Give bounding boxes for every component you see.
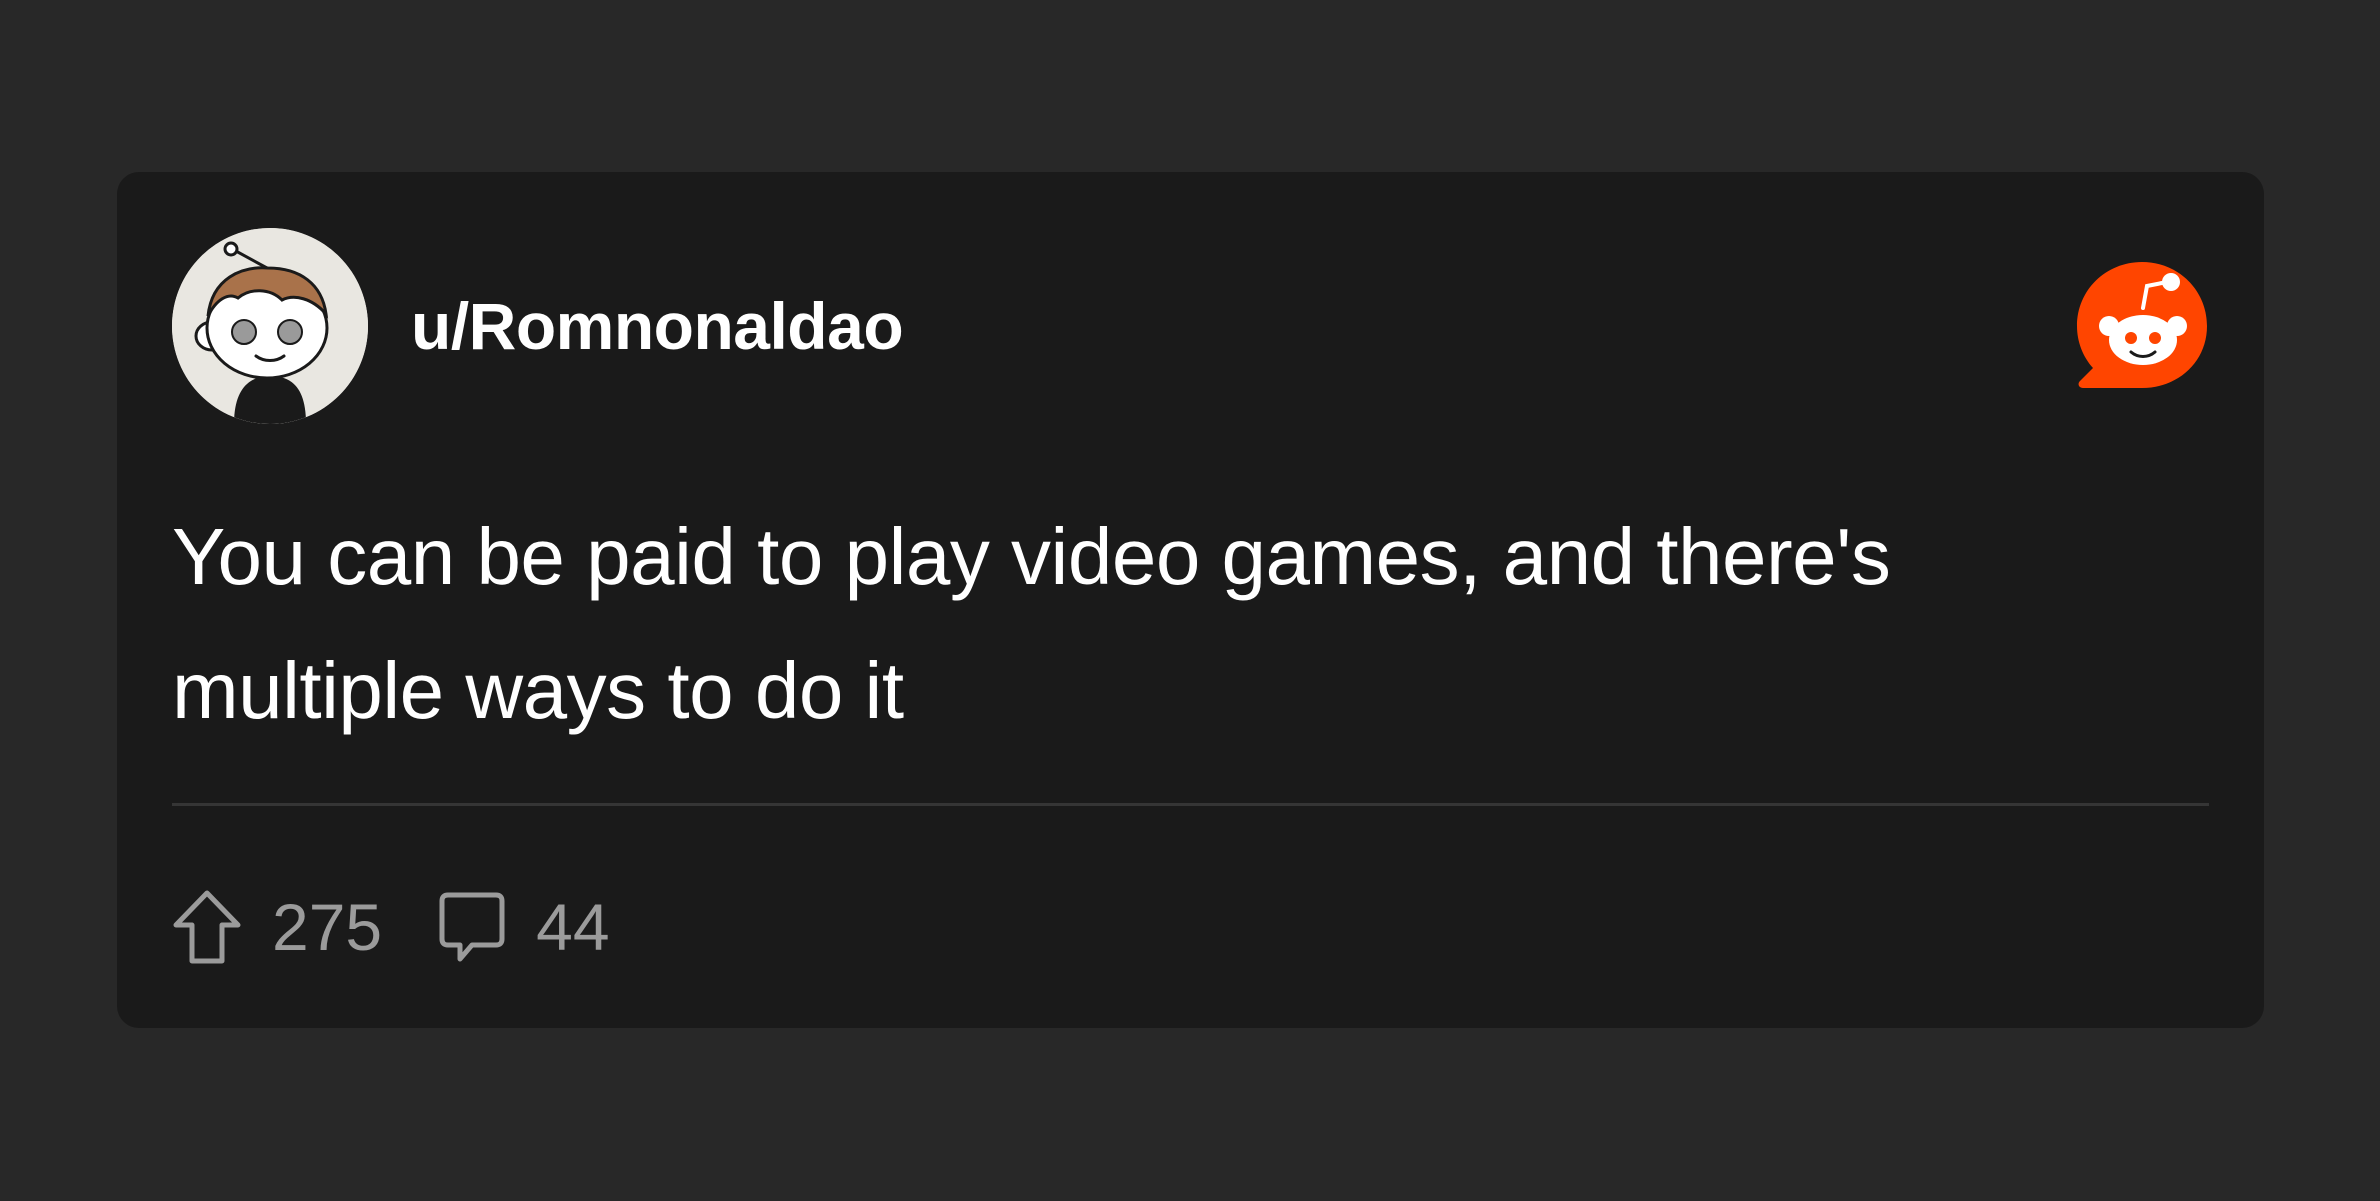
post-footer: 275 44 [172,872,610,982]
reddit-logo-icon [2075,260,2209,394]
post-header: u/Romnonaldao [172,228,904,424]
divider [172,803,2209,806]
comments-button[interactable]: 44 [438,889,610,965]
upvote-count: 275 [272,890,383,964]
upvote-button[interactable]: 275 [172,889,382,965]
comment-count: 44 [536,890,610,964]
post-card[interactable]: u/Romnonaldao You can be paid to play vi… [117,172,2264,1028]
upvote-arrow-icon [173,890,241,964]
user-avatar[interactable] [172,228,368,424]
snoo-avatar-icon [172,228,368,424]
post-title: You can be paid to play video games, and… [172,512,1891,735]
comment-bubble-icon [439,892,505,962]
username[interactable]: u/Romnonaldao [411,288,904,364]
